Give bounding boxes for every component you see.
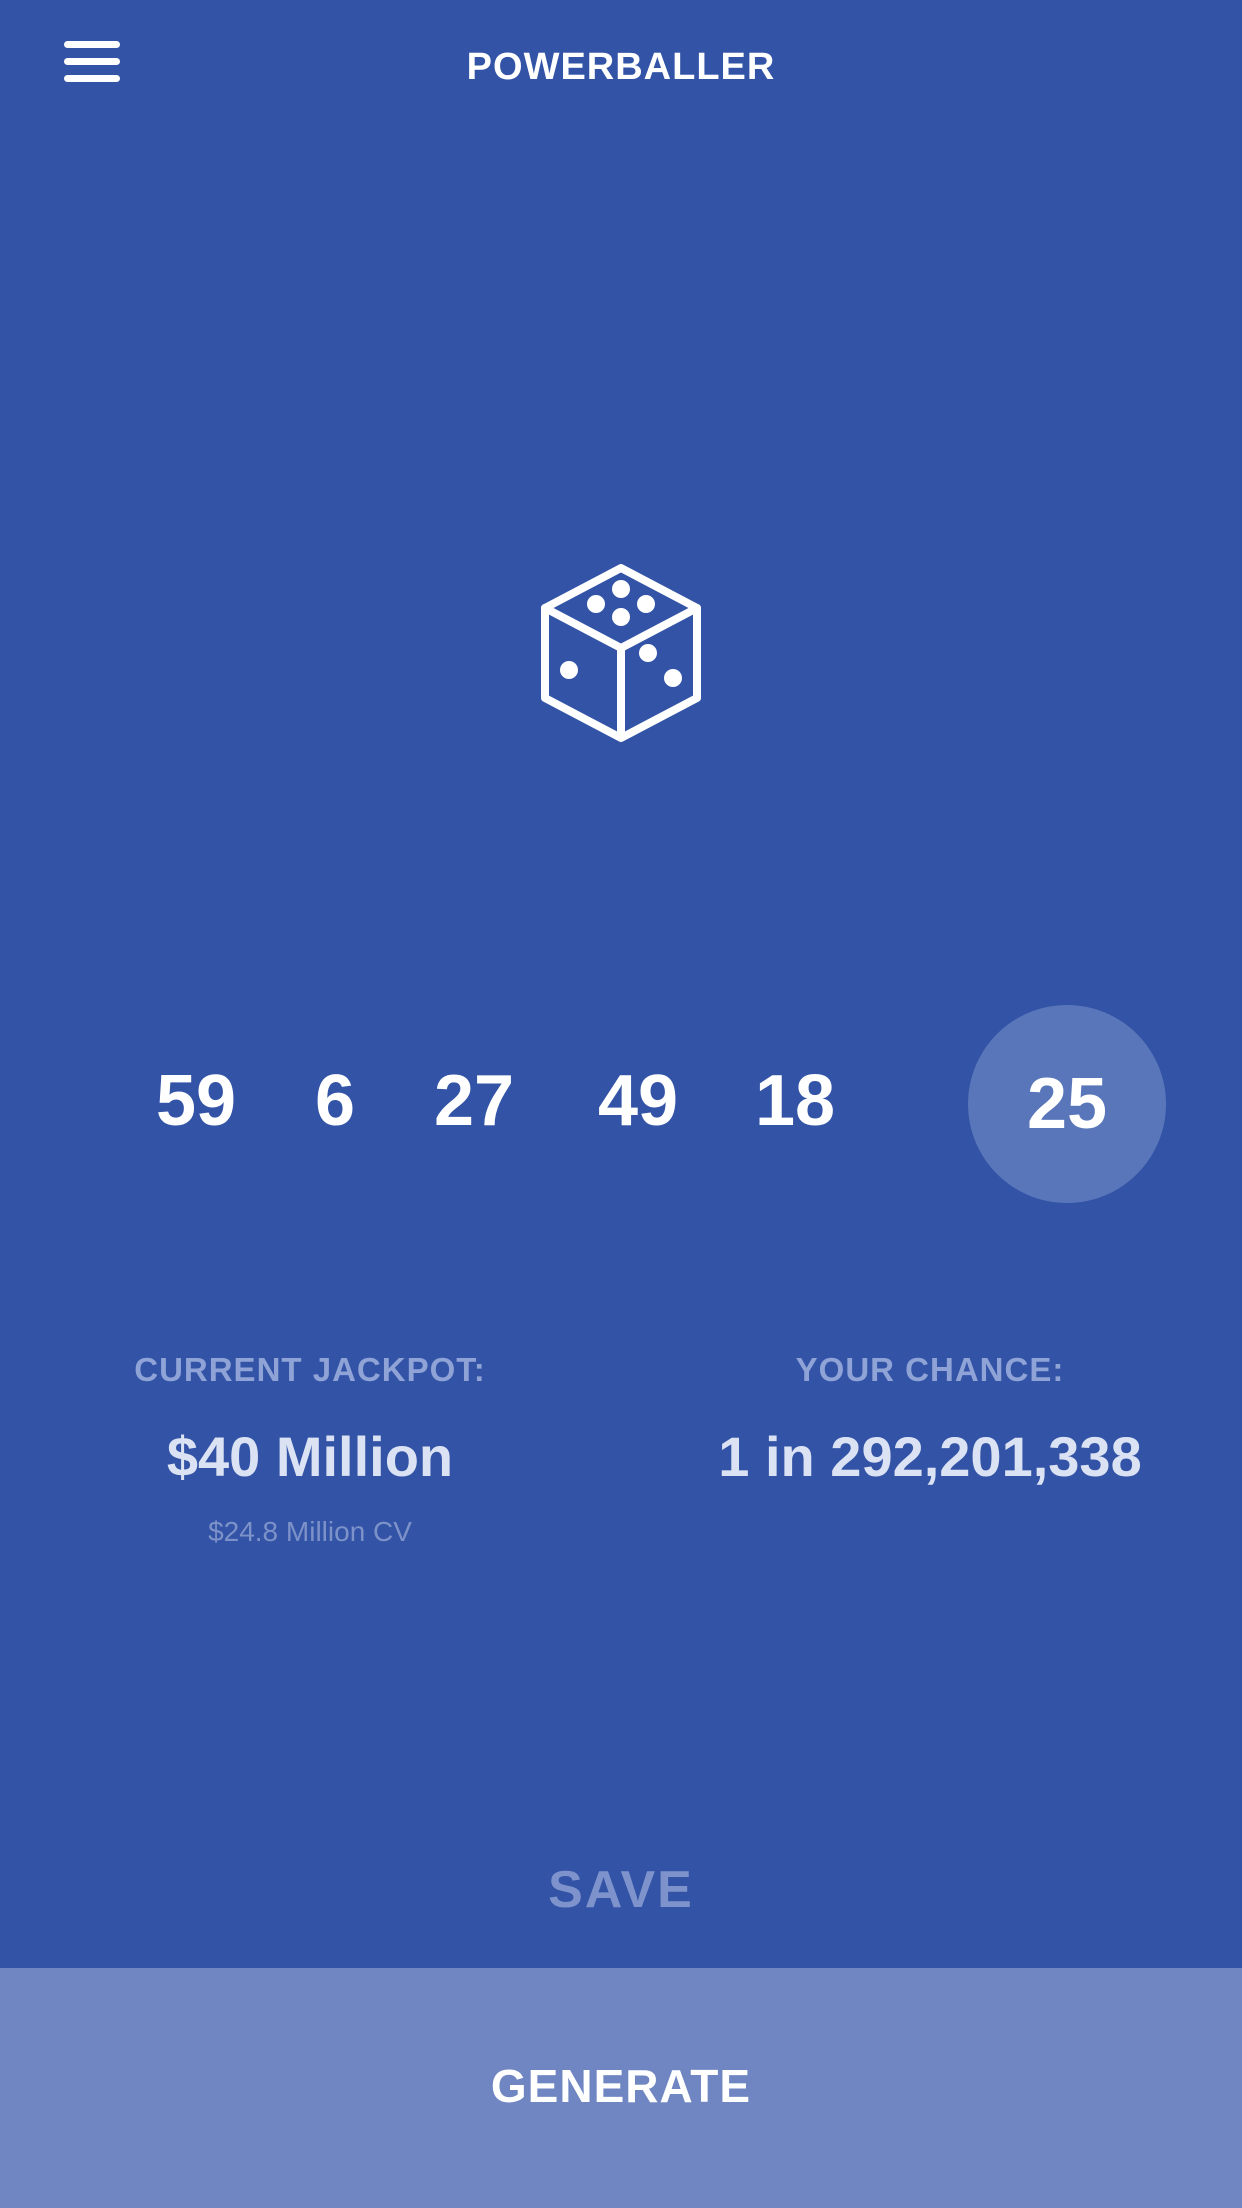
power-ball-number: 25 (1026, 1064, 1108, 1144)
header: POWERBALLER (0, 0, 1242, 140)
white-ball-2: 6 (314, 1061, 356, 1141)
white-ball-3: 27 (433, 1061, 515, 1141)
jackpot-stat: CURRENT JACKPOT: $40 Million $24.8 Milli… (30, 1340, 590, 1552)
chance-stat: YOUR CHANCE: 1 in 292,201,338 (650, 1340, 1210, 1492)
app-title: POWERBALLER (466, 46, 776, 88)
generate-label: GENERATE (490, 2060, 752, 2112)
generate-button[interactable]: GENERATE (0, 1968, 1242, 2208)
chance-value: 1 in 292,201,338 (718, 1425, 1142, 1488)
jackpot-label: CURRENT JACKPOT: (134, 1351, 486, 1388)
white-ball-5: 18 (754, 1061, 836, 1141)
stats-panel: CURRENT JACKPOT: $40 Million $24.8 Milli… (0, 1340, 1242, 1580)
dice-icon[interactable] (531, 560, 711, 746)
jackpot-value: $40 Million (166, 1425, 454, 1488)
chance-label: YOUR CHANCE: (795, 1351, 1065, 1388)
generated-numbers: 59 6 27 49 18 25 (0, 1000, 1242, 1210)
jackpot-cash-value: $24.8 Million CV (208, 1516, 412, 1547)
white-ball-1: 59 (155, 1061, 237, 1141)
save-button[interactable]: SAVE (471, 1850, 771, 1930)
white-ball-4: 49 (597, 1061, 679, 1141)
app-screen: POWERBALLER 59 6 27 49 18 25 CURRENT JAC… (0, 0, 1242, 2208)
power-ball: 25 (968, 1005, 1166, 1203)
